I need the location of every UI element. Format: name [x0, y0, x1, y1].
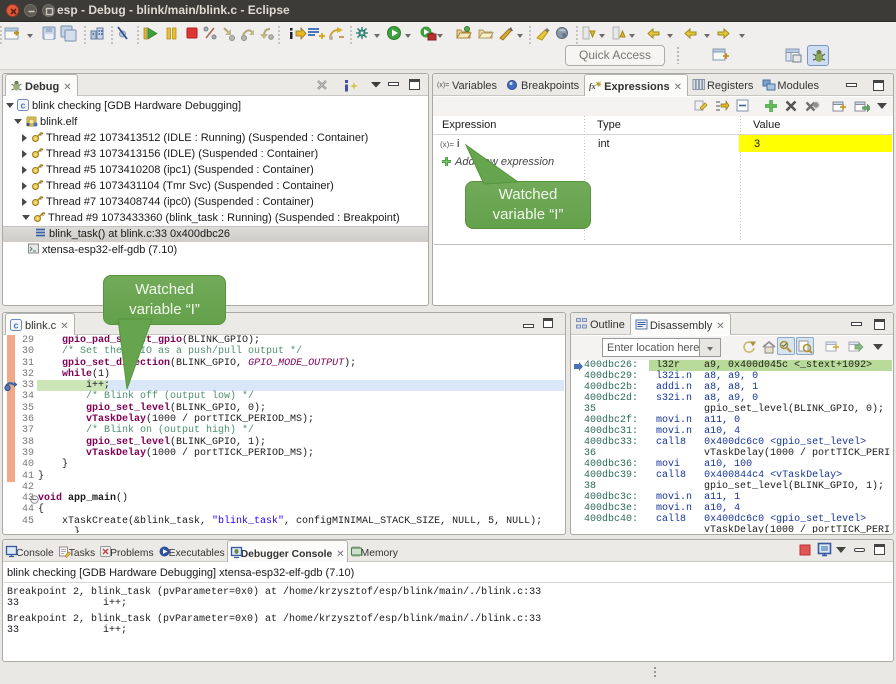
- svg-text:(x)=: (x)=: [437, 82, 449, 89]
- svg-text:c: c: [14, 321, 19, 331]
- svg-text:c: c: [21, 101, 26, 111]
- svg-text:fx: fx: [589, 82, 596, 91]
